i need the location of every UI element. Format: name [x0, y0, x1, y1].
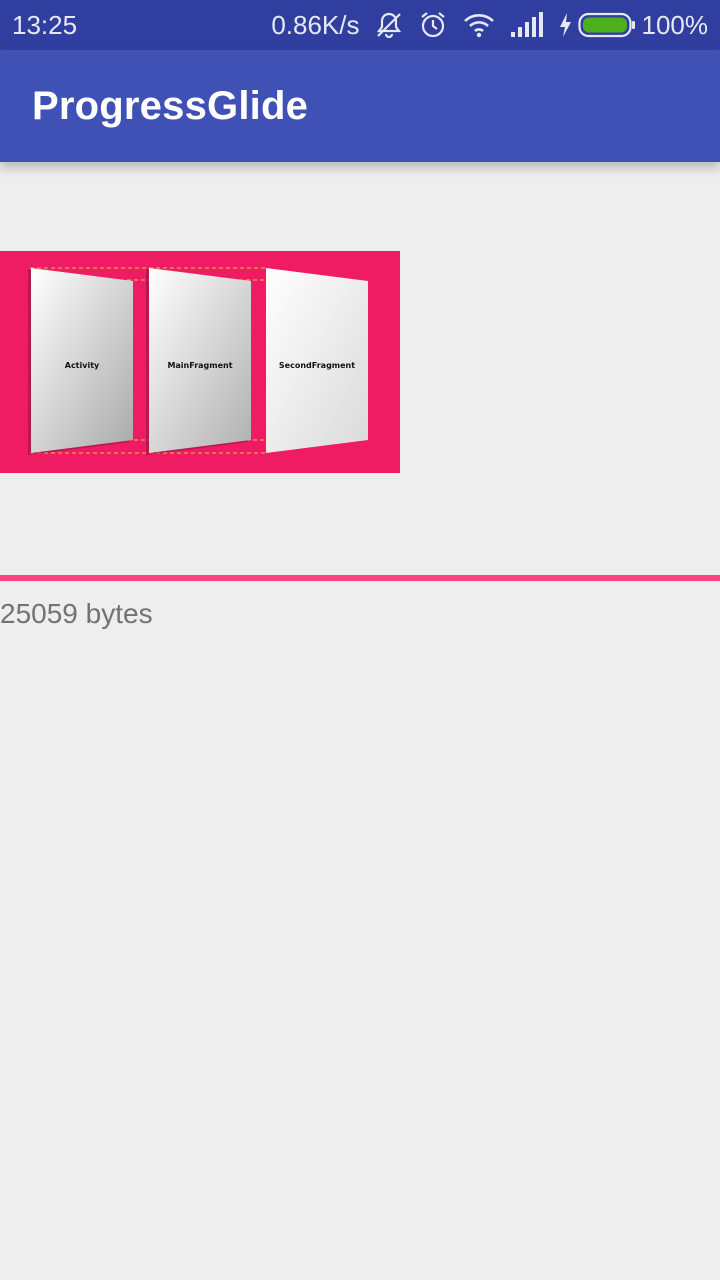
charging-icon [558, 12, 572, 38]
wifi-icon [462, 10, 496, 40]
mute-icon [374, 10, 404, 40]
panel-label-main-fragment: MainFragment [167, 361, 232, 370]
panel-label-activity: Activity [65, 361, 100, 370]
app-title: ProgressGlide [32, 83, 309, 128]
loaded-image: Activity MainFragment SecondFragment [0, 251, 400, 473]
app-bar: ProgressGlide [0, 50, 720, 162]
battery-percent: 100% [641, 9, 709, 40]
status-bar: 13:25 0.86K/s 100% [0, 0, 720, 50]
battery-indicator: 100% [558, 9, 709, 41]
fragment-diagram-image: Activity MainFragment SecondFragment [0, 251, 400, 473]
network-speed: 0.86K/s [271, 9, 360, 40]
bytes-downloaded-label: 25059 bytes [0, 598, 153, 629]
status-icons: 0.86K/s 100% [271, 10, 708, 41]
download-progress-bar [0, 575, 720, 581]
panel-label-second-fragment: SecondFragment [279, 361, 355, 370]
status-time: 13:25 [12, 9, 78, 40]
battery-icon [577, 12, 636, 38]
signal-icon [510, 12, 544, 38]
alarm-icon [418, 10, 448, 40]
progress-fill [0, 575, 720, 581]
